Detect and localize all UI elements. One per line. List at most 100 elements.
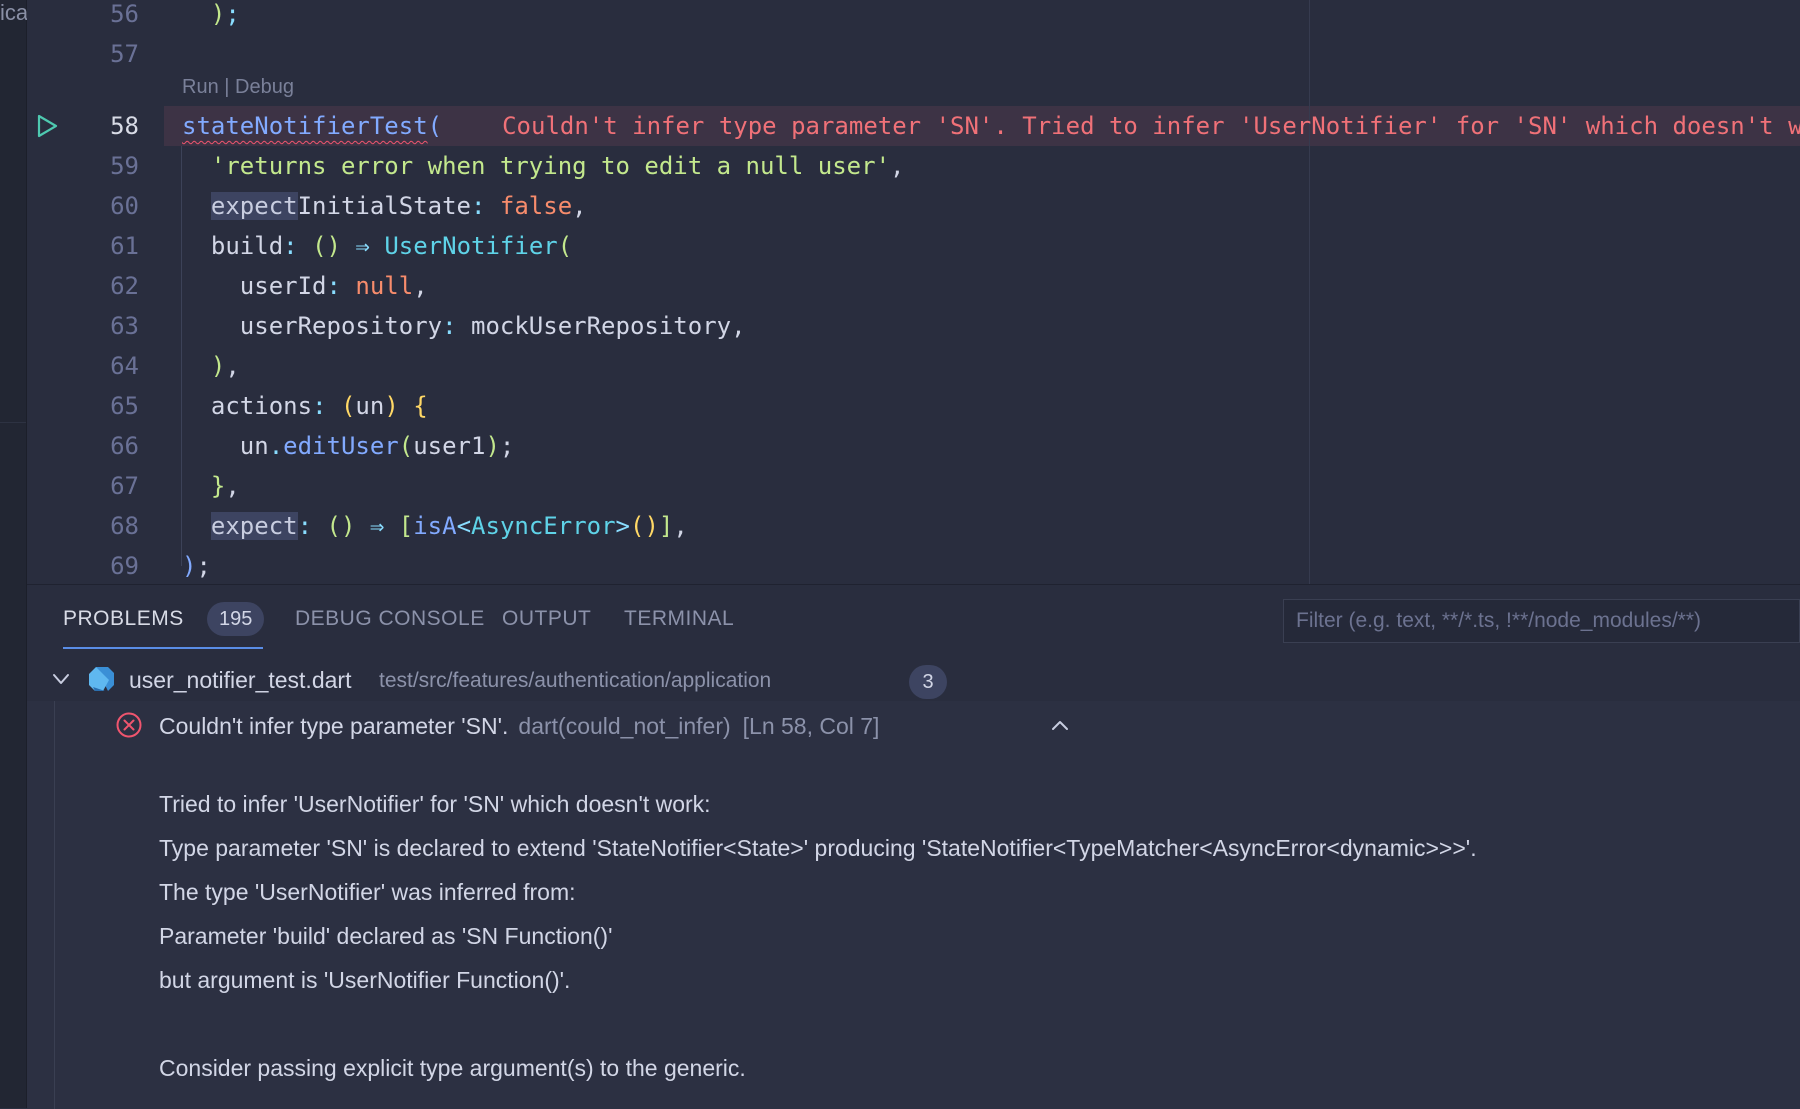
code-token: UserNotifier [384,232,558,260]
line-number: 61 [110,232,139,260]
problem-detail-line: but argument is 'UserNotifier Function()… [159,967,571,993]
code-token: } [210,472,226,500]
code-token: false [499,192,573,220]
code-token: ) [210,0,226,28]
code-token: , [225,352,240,380]
strip-divider [0,422,26,423]
line-number: 56 [110,0,139,28]
line-number: 63 [110,312,139,340]
code-text: 'returns error when trying to edit a nul… [182,146,905,186]
code-token: ( [340,392,356,420]
code-line[interactable]: 69); [27,546,1800,584]
problem-item[interactable]: Couldn't infer type parameter 'SN'. dart(… [27,701,1800,1109]
clipped-label: ica [0,0,29,25]
code-line[interactable]: 67 }, [27,466,1800,506]
line-number: 68 [110,512,139,540]
code-line[interactable]: 64 ), [27,346,1800,386]
code-text: ); [182,0,240,34]
code-token: , [572,192,587,220]
code-line[interactable]: 56 ); [27,0,1800,34]
code-token: , [731,312,746,340]
problem-file-row[interactable]: user_notifier_test.dart test/src/feature… [27,657,1800,701]
code-token: : [326,272,356,300]
code-token: ( [398,432,414,460]
line-number: 67 [110,472,139,500]
code-token: : [283,232,313,260]
code-token: > [615,512,630,540]
code-editor[interactable]: Run | Debug 56 ); 57 58 stateNotifierTest(C… [27,0,1800,584]
problem-header: Couldn't infer type parameter 'SN'. dart(… [159,713,879,740]
code-token: , [890,152,905,180]
code-line[interactable]: 59 'returns error when trying to edit a … [27,146,1800,186]
line-number: 60 [110,192,139,220]
code-token: AsyncError [471,512,616,540]
problem-source: dart(could_not_infer) [518,713,731,739]
problem-location[interactable]: [Ln 58, Col 7] [743,713,880,739]
code-text: expectInitialState: false, [182,186,587,226]
code-token: isA [413,512,457,540]
code-token: ( [557,232,573,260]
code-line[interactable]: 58 stateNotifierTest( Couldn't infer type … [27,106,1800,146]
code-text: expect: () ⇒ [isA<AsyncError>()], [182,506,688,546]
code-token: un [355,392,385,420]
code-token: : [297,512,327,540]
tab-problems[interactable]: PROBLEMS [63,607,184,631]
code-token: ) [182,552,197,580]
code-token: expect [210,192,298,220]
code-line[interactable]: 61 build: () ⇒ UserNotifier( [27,226,1800,266]
dart-icon [89,667,114,691]
code-token: , [225,472,240,500]
code-text: build: () ⇒ UserNotifier( [182,226,572,266]
caret-up-icon[interactable] [1049,715,1071,735]
problems-count-badge: 195 [207,602,265,636]
problem-message: Couldn't infer type parameter 'SN'. [159,713,509,739]
line-number: 58 [110,112,139,140]
tab-terminal[interactable]: TERMINAL [624,607,734,631]
code-line[interactable]: 65 actions: (un) { [27,386,1800,426]
code-token: ) [485,432,500,460]
line-number: 57 [110,40,139,68]
codelens-separator: | [218,76,236,98]
code-token: expect [210,512,298,540]
code-token: ( [427,112,443,140]
code-token: [ [398,512,414,540]
code-text: userRepository: mockUserRepository, [182,306,746,346]
codelens-debug[interactable]: Debug [235,76,294,98]
chevron-down-icon[interactable] [51,669,71,689]
code-line[interactable]: 66 un.editUser(user1); [27,426,1800,466]
problems-filter [1283,599,1800,643]
code-line[interactable]: 62 userId: null, [27,266,1800,306]
code-line[interactable]: 68 expect: () ⇒ [isA<AsyncError>()], [27,506,1800,546]
code-line[interactable]: 60 expectInitialState: false, [27,186,1800,226]
code-token: , [413,272,428,300]
code-line[interactable]: 57 [27,34,1800,74]
inline-error-message: Couldn't infer type parameter 'SN'. Trie… [502,112,1800,140]
code-token: build [210,232,284,260]
file-name: user_notifier_test.dart [129,667,352,693]
code-token: userId [239,272,327,300]
problem-detail-line: Parameter 'build' declared as 'SN Functi… [159,923,613,949]
code-token: userRepository [239,312,443,340]
codelens-run[interactable]: Run [182,76,219,98]
code-line[interactable]: 63 userRepository: mockUserRepository, [27,306,1800,346]
code-token: : [312,392,341,420]
code-token: : [471,192,500,220]
tab-output[interactable]: OUTPUT [502,607,591,631]
line-number: 66 [110,432,139,460]
problem-detail-line: Tried to infer 'UserNotifier' for 'SN' w… [159,791,711,817]
code-text: stateNotifierTest( Couldn't infer type pa… [182,106,1800,146]
code-token: < [456,512,472,540]
code-token: , [673,512,688,540]
filter-input[interactable] [1284,600,1799,642]
tab-debug-console[interactable]: DEBUG CONSOLE [295,607,485,631]
code-token: stateNotifierTest [182,112,428,140]
code-token: { [413,392,428,420]
codelens: Run | Debug [182,76,294,99]
